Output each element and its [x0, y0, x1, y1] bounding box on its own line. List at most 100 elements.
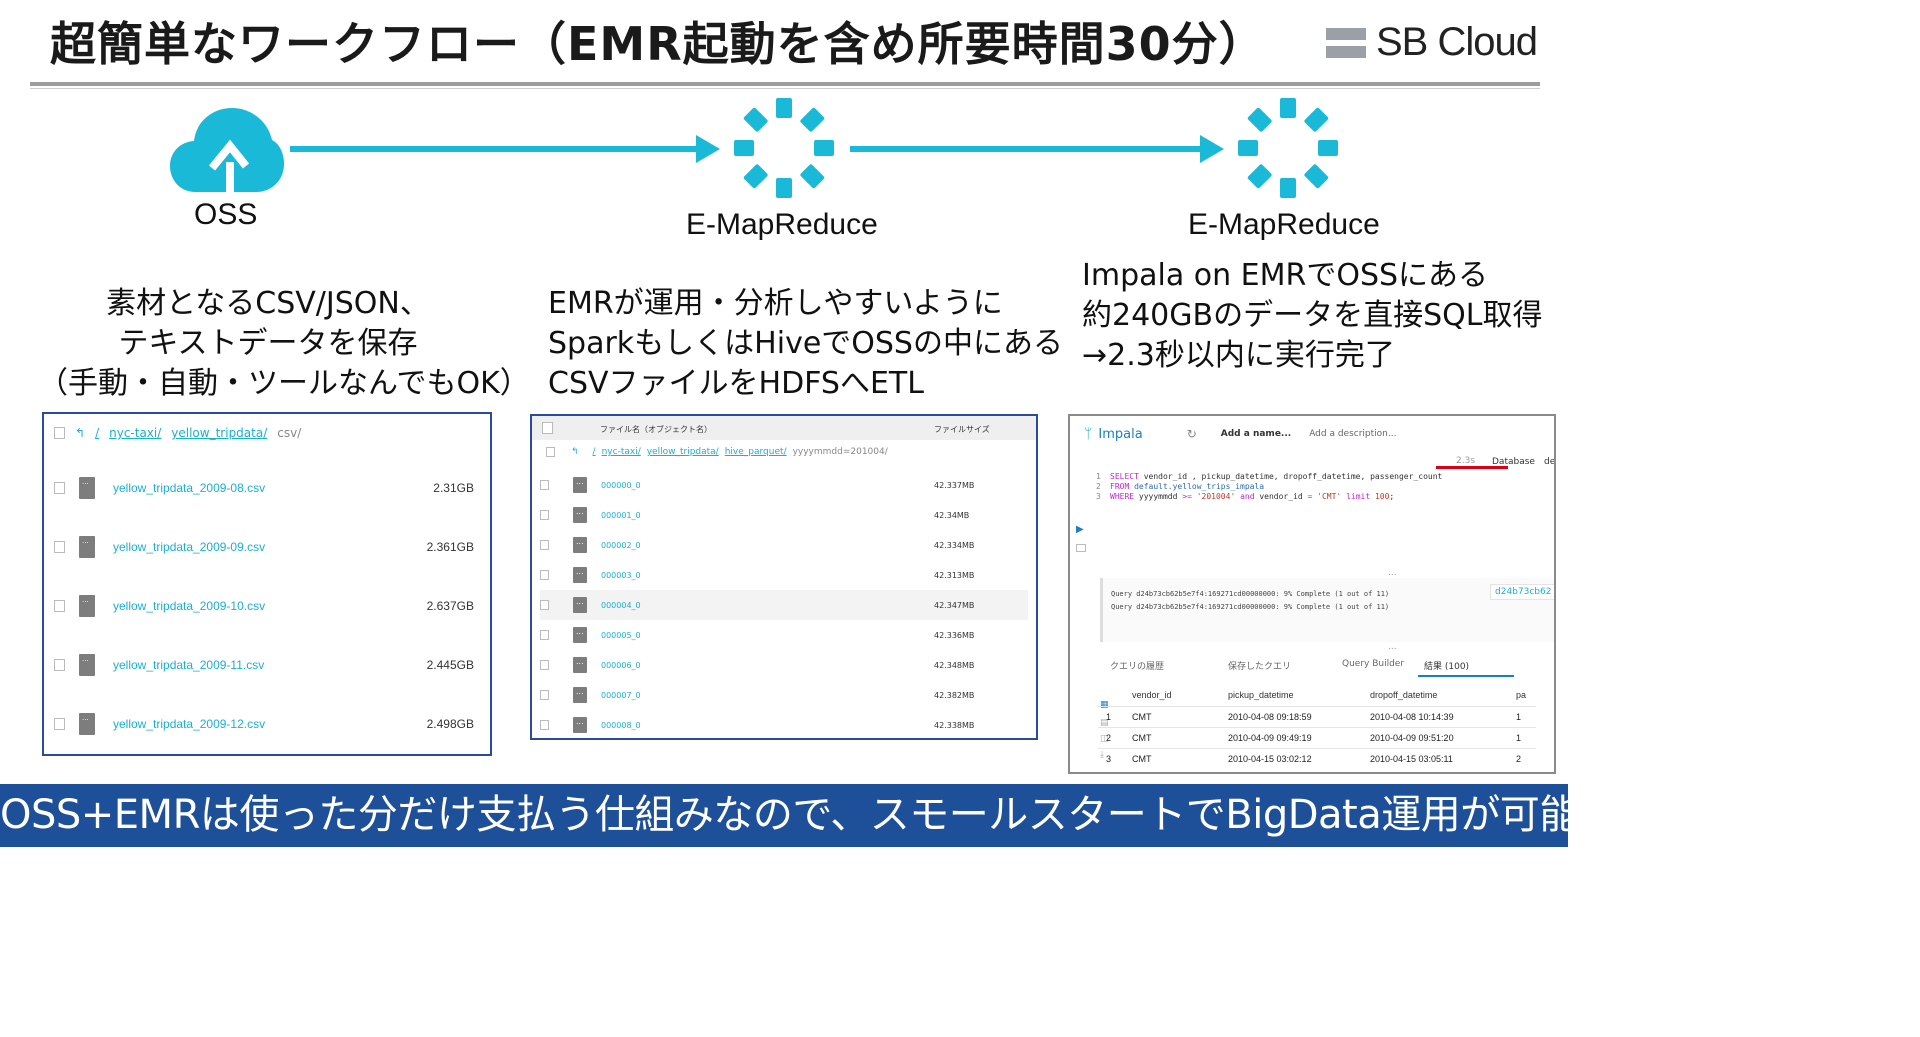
query-name-input[interactable]: Add a name... [1221, 429, 1291, 439]
title-divider [30, 82, 1540, 86]
file-name[interactable]: 000004_0 [601, 601, 641, 610]
breadcrumb-hive-parquet[interactable]: hive_parquet/ [725, 447, 787, 457]
row-checkbox[interactable] [540, 540, 549, 550]
row-index: 1 [1098, 705, 1132, 727]
row-checkbox[interactable] [540, 660, 549, 670]
file-row[interactable]: 000005_0 42.336MB [540, 620, 1028, 650]
file-row[interactable]: 000000_0 42.337MB [540, 470, 1028, 500]
file-name[interactable]: 000008_0 [601, 721, 641, 730]
col-header-passenger[interactable]: pa [1516, 684, 1536, 706]
table-row[interactable]: 2 CMT 2010-04-09 09:49:19 2010-04-09 09:… [1098, 726, 1536, 748]
col-header-vendor-id[interactable]: vendor_id [1132, 684, 1228, 706]
breadcrumb-yellow-tripdata[interactable]: yellow_tripdata/ [647, 447, 719, 457]
select-all-checkbox[interactable] [54, 427, 65, 439]
table-row[interactable]: 1 CMT 2010-04-08 09:18:59 2010-04-08 10:… [1098, 705, 1536, 727]
file-row[interactable]: yellow_tripdata_2009-10.csv 2.637GB [54, 594, 484, 618]
file-name[interactable]: 000002_0 [601, 541, 641, 550]
row-checkbox[interactable] [540, 720, 549, 730]
file-icon [573, 597, 587, 613]
file-name[interactable]: 000001_0 [601, 511, 641, 520]
file-name[interactable]: yellow_tripdata_2009-11.csv [113, 658, 264, 672]
back-icon[interactable]: ↰ [571, 447, 579, 457]
sql-editor[interactable]: SELECT vendor_id , pickup_datetime, drop… [1110, 472, 1442, 502]
tab-results[interactable]: 結果 (100) [1424, 659, 1469, 672]
file-name[interactable]: 000007_0 [601, 691, 641, 700]
breadcrumb-csv: csv/ [277, 426, 302, 440]
row-checkbox[interactable] [54, 718, 65, 730]
explain-icon[interactable] [1076, 544, 1086, 552]
file-row[interactable]: yellow_tripdata_2009-09.csv 2.361GB [54, 535, 484, 559]
sql-keyword: FROM [1110, 482, 1130, 491]
impala-icon: ᛘ [1084, 426, 1093, 442]
tab-saved-queries[interactable]: 保存したクエリ [1228, 659, 1291, 672]
sql-text: vendor_id , pickup_datetime, dropoff_dat… [1138, 472, 1443, 481]
file-name[interactable]: 000000_0 [601, 481, 641, 490]
run-query-icon[interactable]: ▶ [1076, 524, 1084, 535]
logo-text: SB Cloud [1376, 20, 1538, 64]
file-row[interactable]: 000004_0 42.347MB [540, 590, 1028, 620]
cell-passenger: 2 [1516, 747, 1536, 769]
row-checkbox[interactable] [540, 570, 549, 580]
sql-string: 'CMT' [1312, 492, 1347, 501]
tab-query-history[interactable]: クエリの履歴 [1110, 659, 1164, 672]
breadcrumb-nyc-taxi[interactable]: nyc-taxi/ [109, 426, 161, 440]
row-checkbox[interactable] [54, 541, 65, 553]
node-label-emr-1: E-MapReduce [686, 208, 878, 241]
row-checkbox[interactable] [54, 600, 65, 612]
col-header-name[interactable]: ファイル名（オブジェクト名） [600, 424, 712, 435]
file-row[interactable]: 000007_0 42.382MB [540, 680, 1028, 710]
file-size: 42.382MB [934, 690, 975, 700]
col-header-pickup[interactable]: pickup_datetime [1228, 684, 1370, 706]
sb-cloud-logo: SB Cloud [1326, 20, 1538, 65]
row-checkbox[interactable] [540, 480, 549, 490]
file-name[interactable]: 000006_0 [601, 661, 641, 670]
back-icon[interactable]: ↰ [75, 426, 85, 440]
log-line: Query d24b73cb62b5e7f4:169271cd00000000:… [1111, 603, 1390, 611]
desc-line: EMRが運用・分析しやすいように [548, 286, 1003, 321]
row-checkbox[interactable] [54, 482, 65, 494]
flow-arrow-2 [850, 135, 1224, 163]
file-name[interactable]: yellow_tripdata_2009-08.csv [113, 481, 265, 495]
file-icon [79, 536, 95, 558]
col-header-dropoff[interactable]: dropoff_datetime [1370, 684, 1516, 706]
resize-handle-top[interactable]: ... [1388, 568, 1397, 578]
desc-line: 約240GBのデータを直接SQL取得 [1082, 298, 1543, 333]
execution-time: 2.3s [1456, 456, 1476, 466]
resize-handle-bottom[interactable]: ... [1388, 642, 1397, 652]
row-checkbox[interactable] [540, 690, 549, 700]
breadcrumb-root[interactable]: / [593, 447, 596, 457]
file-name[interactable]: 000003_0 [601, 571, 641, 580]
breadcrumb-root[interactable]: / [95, 426, 99, 440]
file-row[interactable]: yellow_tripdata_2009-11.csv 2.445GB [54, 653, 484, 677]
row-checkbox[interactable] [546, 447, 555, 457]
col-header-size[interactable]: ファイルサイズ [934, 424, 990, 435]
log-text: Query d24b73cb62b5e7f4:169271cd00000000:… [1111, 588, 1389, 614]
file-row[interactable]: 000002_0 42.334MB [540, 530, 1028, 560]
sql-string: '201004' [1191, 492, 1241, 501]
file-name[interactable]: 000005_0 [601, 631, 641, 640]
row-checkbox[interactable] [540, 600, 549, 610]
breadcrumb-yellow-tripdata[interactable]: yellow_tripdata/ [171, 426, 267, 440]
query-description-input[interactable]: Add a description... [1309, 429, 1396, 439]
file-name[interactable]: yellow_tripdata_2009-12.csv [113, 717, 265, 731]
breadcrumb-nyc-taxi[interactable]: nyc-taxi/ [602, 447, 641, 457]
query-id-link[interactable]: d24b73cb62 [1490, 584, 1554, 600]
history-icon[interactable]: ↻ [1187, 427, 1197, 441]
file-name[interactable]: yellow_tripdata_2009-09.csv [113, 540, 265, 554]
row-checkbox[interactable] [540, 630, 549, 640]
select-all-checkbox[interactable] [542, 422, 553, 434]
file-row[interactable]: yellow_tripdata_2009-08.csv 2.31GB [54, 476, 484, 500]
file-row[interactable]: 000001_0 42.34MB [540, 500, 1028, 530]
file-row[interactable]: 000008_0 42.338MB [540, 710, 1028, 738]
tab-query-builder[interactable]: Query Builder [1342, 659, 1404, 669]
file-row[interactable]: yellow_tripdata_2009-12.csv 2.498GB [54, 712, 484, 736]
database-value[interactable]: de [1544, 457, 1554, 467]
table-row[interactable]: 3 CMT 2010-04-15 03:02:12 2010-04-15 03:… [1098, 747, 1536, 769]
file-row[interactable]: 000006_0 42.348MB [540, 650, 1028, 680]
desc-line: →2.3秒以内に実行完了 [1082, 338, 1395, 373]
file-row[interactable]: 000003_0 42.313MB [540, 560, 1028, 590]
row-checkbox[interactable] [540, 510, 549, 520]
line-numbers: 123 [1096, 472, 1101, 501]
file-name[interactable]: yellow_tripdata_2009-10.csv [113, 599, 265, 613]
row-checkbox[interactable] [54, 659, 65, 671]
